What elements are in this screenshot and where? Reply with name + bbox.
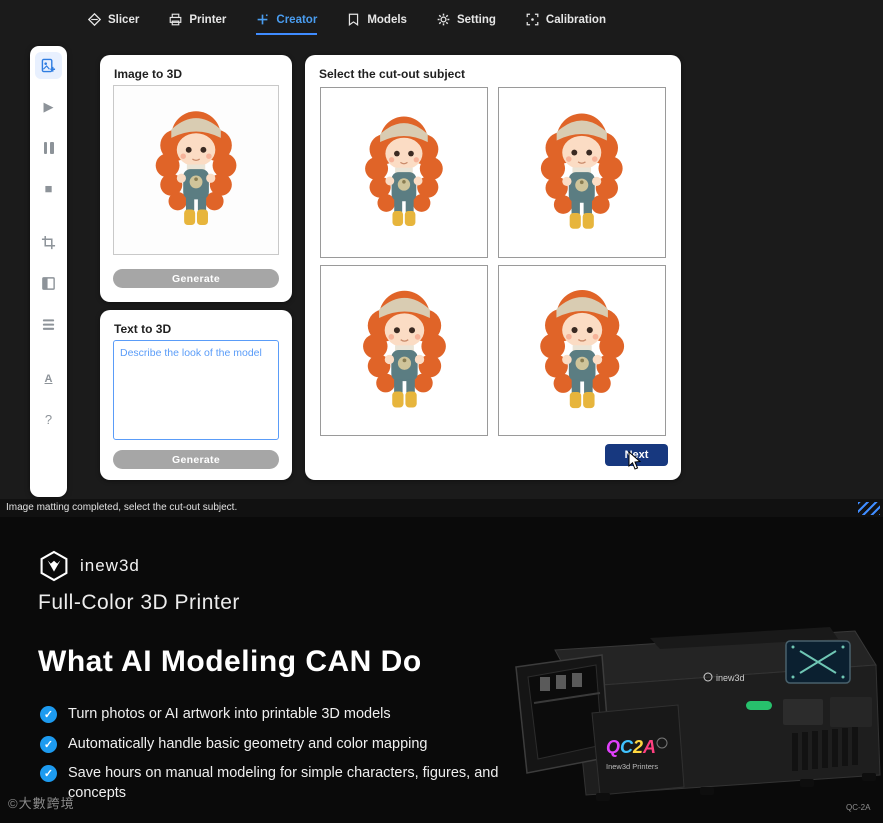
panel-title: Image to 3D	[114, 67, 183, 81]
tool-sidebar: ▶ ■ A ?	[30, 46, 67, 497]
printer-icon	[169, 13, 182, 26]
printer-illustration: inew3d QC2A Inew3d Printers QC-2A	[515, 627, 881, 812]
tab-label: Setting	[456, 13, 496, 26]
list-item: ✓ Automatically handle basic geometry an…	[40, 735, 518, 755]
crop-button[interactable]	[35, 229, 62, 256]
tab-label: Calibration	[545, 13, 606, 26]
generate-image-button[interactable]: Generate	[113, 269, 279, 288]
printer-art-letter: 2	[632, 737, 643, 757]
stop-icon: ■	[44, 181, 53, 196]
translate-icon: A	[44, 372, 53, 385]
model-description-input[interactable]	[113, 340, 279, 440]
setting-icon	[437, 13, 450, 26]
import-image-icon	[41, 58, 56, 73]
pause-icon	[43, 141, 54, 154]
printer-art-letter: C	[620, 737, 634, 757]
crop-icon	[41, 235, 56, 250]
cutout-option-3[interactable]	[320, 265, 488, 436]
check-icon: ✓	[40, 765, 57, 783]
watermark: ©大數跨境	[8, 796, 75, 811]
inew3d-logo-icon	[40, 550, 68, 582]
tab-label: Creator	[276, 13, 318, 26]
tab-printer[interactable]: Printer	[169, 13, 226, 35]
queue-button[interactable]	[35, 311, 62, 338]
tab-label: Printer	[189, 13, 227, 26]
printer-art-letter: Q	[606, 737, 620, 757]
play-button[interactable]: ▶	[35, 93, 62, 120]
printer-caption: Inew3d Printers	[606, 762, 658, 771]
tab-setting[interactable]: Setting	[437, 13, 496, 35]
svg-text:QC2A: QC2A	[606, 737, 656, 757]
tab-creator[interactable]: Creator	[256, 13, 318, 35]
models-icon	[349, 13, 359, 26]
check-icon: ✓	[40, 735, 57, 753]
brand-row: inew3d	[38, 550, 140, 582]
page: Slicer Printer Creator Models Setting Ca…	[0, 0, 883, 823]
feature-text: Automatically handle basic geometry and …	[68, 735, 428, 752]
panel-title: Select the cut-out subject	[319, 67, 466, 81]
tab-label: Slicer	[108, 13, 140, 26]
next-button[interactable]: Next	[605, 444, 668, 466]
generate-text-button[interactable]: Generate	[113, 450, 279, 469]
panel-button[interactable]	[35, 270, 62, 297]
help-button[interactable]: ?	[35, 406, 62, 433]
stop-button[interactable]: ■	[35, 175, 62, 202]
creator-icon	[258, 14, 269, 25]
calibration-icon	[526, 13, 539, 26]
promo-headline: What AI Modeling CAN Do	[38, 645, 422, 678]
cutout-panel: Select the cut-out subject Next	[305, 55, 681, 480]
queue-icon	[42, 319, 55, 330]
cutout-option-2[interactable]	[498, 87, 666, 258]
tab-label: Models	[367, 13, 407, 26]
brand-name: inew3d	[80, 556, 140, 575]
panel-icon	[42, 277, 55, 290]
tab-calibration[interactable]: Calibration	[526, 13, 606, 35]
printer-brand-label: inew3d	[716, 673, 745, 683]
app-window: Slicer Printer Creator Models Setting Ca…	[0, 0, 883, 517]
play-icon: ▶	[43, 98, 54, 114]
help-icon: ?	[44, 412, 53, 427]
feature-text: Turn photos or AI artwork into printable…	[68, 706, 391, 722]
cutout-option-4[interactable]	[498, 265, 666, 436]
image-to-3d-panel: Image to 3D Generate	[100, 55, 292, 302]
feature-list: ✓ Turn photos or AI artwork into printab…	[40, 705, 518, 803]
source-image-preview	[113, 85, 279, 255]
check-icon: ✓	[40, 706, 57, 723]
list-item: ✓ Turn photos or AI artwork into printab…	[40, 705, 518, 725]
cutout-options-grid	[320, 87, 666, 436]
panel-title: Text to 3D	[114, 322, 172, 336]
top-nav: Slicer Printer Creator Models Setting Ca…	[88, 13, 606, 35]
tab-models[interactable]: Models	[347, 13, 407, 35]
resize-handle[interactable]	[858, 502, 880, 515]
feature-text: Save hours on manual modeling for simple…	[68, 765, 499, 801]
text-to-3d-panel: Text to 3D Generate	[100, 310, 292, 480]
tab-slicer[interactable]: Slicer	[88, 13, 139, 35]
cutout-option-1[interactable]	[320, 87, 488, 258]
pause-button[interactable]	[35, 134, 62, 161]
promo-subtitle: Full-Color 3D Printer	[38, 591, 240, 614]
status-bar: Image matting completed, select the cut-…	[0, 499, 883, 517]
slicer-icon	[88, 13, 101, 26]
import-image-button[interactable]	[35, 52, 62, 79]
promo-section: inew3d Full-Color 3D Printer What AI Mod…	[0, 517, 883, 823]
printer-model-code: QC-2A	[846, 803, 871, 812]
printer-art-letter: A	[642, 737, 656, 757]
list-item: ✓ Save hours on manual modeling for simp…	[40, 764, 518, 803]
translate-button[interactable]: A	[35, 365, 62, 392]
